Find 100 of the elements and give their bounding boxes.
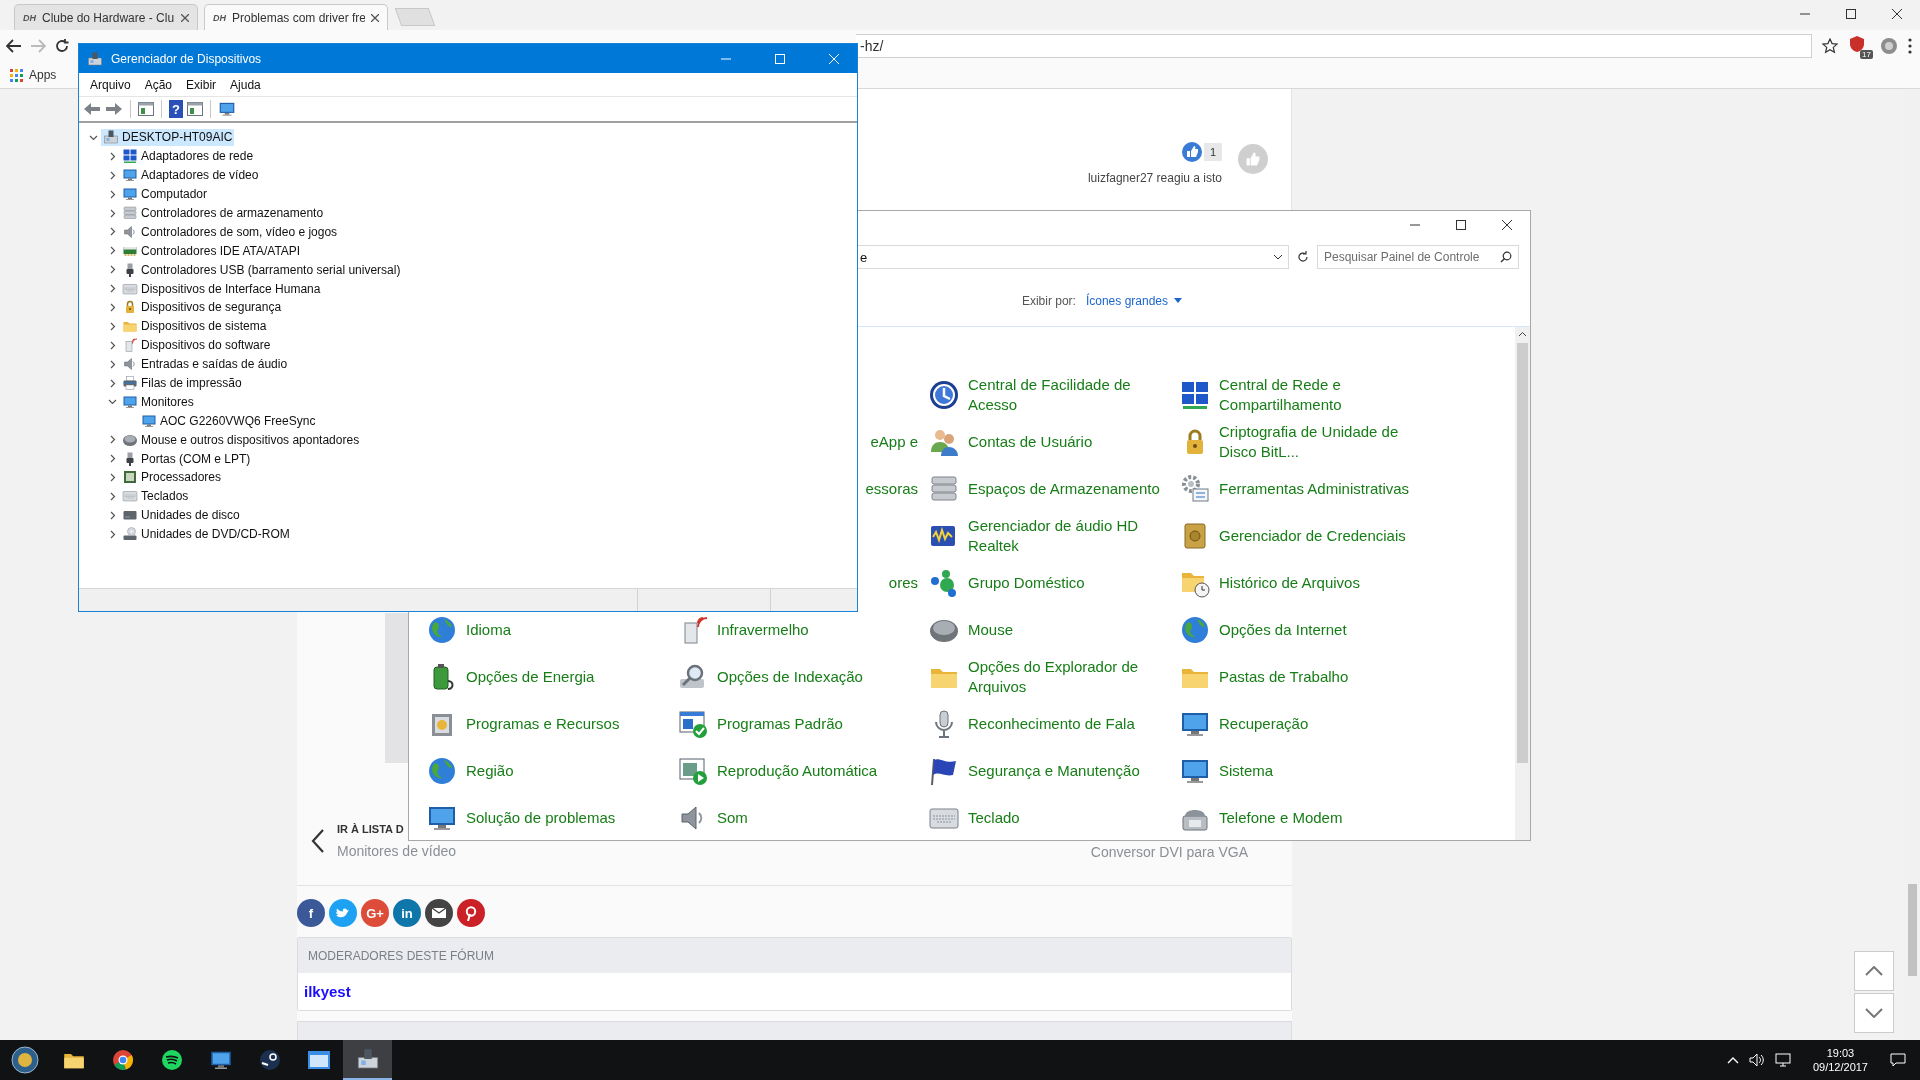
tree-item[interactable]: Portas (COM e LPT) [120, 450, 253, 468]
tree-item[interactable]: Processadores [120, 468, 224, 486]
notification-icon[interactable] [1890, 1053, 1906, 1067]
chevron-down-icon [1865, 1008, 1883, 1018]
applet-link[interactable]: Recuperação [1179, 707, 1430, 740]
applet-link[interactable]: ores [888, 574, 928, 591]
scroll-top-button[interactable] [1854, 951, 1894, 991]
browser-tab[interactable]: DH Problemas com driver fre [204, 4, 388, 30]
applet-link[interactable]: Gerenciador de áudio HD Realtek [928, 515, 1179, 556]
previous-topic-link[interactable]: Monitores de vídeo [337, 843, 457, 859]
applet-link[interactable]: Programas e Recursos [426, 707, 677, 740]
reaction-text: luizfagner27 reagiu a isto [1087, 171, 1222, 185]
refresh-icon[interactable] [1297, 251, 1309, 263]
applet-link[interactable]: Segurança e Manutenção [928, 754, 1179, 787]
applet-link[interactable]: Espaços de Armazenamento [928, 472, 1179, 505]
tree-item[interactable]: Dispositivos de segurança [120, 298, 284, 316]
applet-link[interactable]: Telefone e Modem [1179, 801, 1430, 834]
share-button[interactable] [457, 899, 485, 927]
scrollbar-thumb[interactable] [1908, 884, 1917, 976]
extension-button[interactable]: 17 [1848, 35, 1870, 57]
applet-link[interactable]: Solução de problemas [426, 801, 677, 834]
chevron-up-icon[interactable] [1518, 331, 1527, 337]
speaker-icon[interactable] [1748, 1053, 1765, 1067]
scroll-bottom-button[interactable] [1854, 993, 1894, 1033]
applet-link[interactable]: Som [677, 801, 928, 834]
close-icon[interactable] [181, 13, 189, 22]
tree-item[interactable]: Unidades de DVD/CD-ROM [120, 525, 292, 543]
tree-item[interactable]: Controladores USB (barramento serial universal) [120, 261, 403, 279]
applet-link[interactable]: essoras [865, 480, 928, 497]
applet-link[interactable]: Reconhecimento de Fala [928, 707, 1179, 740]
applet-link[interactable]: Mouse [928, 613, 1179, 646]
applet-link[interactable]: eApp e [870, 433, 928, 450]
panel-button[interactable] [138, 99, 154, 119]
applet-link[interactable]: Opções da Internet [1179, 613, 1430, 646]
network-icon[interactable] [1774, 1053, 1791, 1067]
applet-link[interactable]: Central de Rede e Compartilhamento [1179, 374, 1430, 415]
panel-button[interactable] [187, 99, 203, 119]
applet-link[interactable]: Gerenciador de Credenciais [1179, 519, 1430, 552]
next-topic-link[interactable]: Conversor DVI para VGA [1090, 844, 1248, 860]
tree-item[interactable]: Entradas e saídas de áudio [120, 355, 290, 373]
menu-item[interactable]: Exibir [179, 75, 224, 94]
tree-item[interactable]: AOC G2260VWQ6 FreeSync [139, 412, 318, 430]
applet-link[interactable]: Pastas de Trabalho [1179, 660, 1430, 693]
tree-item[interactable]: Filas de impressão [120, 374, 244, 392]
tree-item[interactable]: Mouse e outros dispositivos apontadores [120, 431, 362, 449]
applet-link[interactable]: Ferramentas Administrativas [1179, 472, 1430, 505]
applet-link[interactable]: Reprodução Automática [677, 754, 928, 787]
tree-item[interactable]: Adaptadores de vídeo [120, 166, 261, 184]
star-icon[interactable] [1822, 38, 1838, 54]
tree-item[interactable]: Computador [120, 185, 210, 203]
browser-tab[interactable]: DH Clube do Hardware - Clu [14, 4, 198, 30]
share-button[interactable] [425, 899, 453, 927]
tree-item[interactable]: Dispositivos do software [120, 336, 273, 354]
tree-item[interactable]: Controladores IDE ATA/ATAPI [120, 242, 303, 260]
applet-link[interactable]: Criptografia de Unidade de Disco BitL... [1179, 421, 1430, 462]
tree-item[interactable]: Dispositivos de sistema [120, 317, 269, 335]
bookmark-link[interactable]: Apps [29, 68, 57, 82]
gear-icon [1179, 472, 1211, 505]
applet-link[interactable]: Grupo Doméstico [928, 566, 1179, 599]
search-field[interactable]: Pesquisar Painel de Controle [1317, 245, 1519, 269]
menu-item[interactable]: Ajuda [223, 75, 268, 94]
applet-link[interactable]: Contas de Usuário [928, 425, 1179, 458]
extension-icon[interactable] [1880, 37, 1898, 55]
applet-link[interactable]: Opções de Indexação [677, 660, 928, 693]
applet-link[interactable]: Opções de Energia [426, 660, 677, 693]
dropdown-icon[interactable] [1273, 254, 1283, 260]
applet-link[interactable]: Sistema [1179, 754, 1430, 787]
taskbar-app[interactable] [343, 1040, 392, 1080]
tree-item[interactable]: Adaptadores de rede [120, 147, 256, 165]
address-bar[interactable]: -hz/ [856, 34, 1812, 58]
applet-link[interactable]: Região [426, 754, 677, 787]
view-dropdown[interactable]: Ícones grandes [1085, 293, 1182, 308]
chevron-left-icon[interactable] [311, 828, 325, 854]
menu-icon[interactable] [1908, 38, 1912, 54]
tree-item[interactable]: Unidades de disco [120, 506, 242, 524]
applet-link[interactable]: Idioma [426, 613, 677, 646]
tree-item[interactable]: Controladores de armazenamento [120, 204, 326, 222]
applet-link[interactable]: Histórico de Arquivos [1179, 566, 1430, 599]
close-icon[interactable] [371, 13, 379, 22]
tree-item[interactable]: Monitores [120, 393, 196, 411]
menu-item[interactable]: Ação [137, 75, 180, 94]
tree-item[interactable]: Controladores de som, vídeo e jogos [120, 223, 340, 241]
menu-item[interactable]: Arquivo [83, 75, 138, 94]
applet-link[interactable]: Opções do Explorador de Arquivos [928, 656, 1179, 697]
tree-item[interactable]: Dispositivos de Interface Humana [120, 280, 323, 298]
moderator-link[interactable]: ilkyest [304, 983, 351, 1000]
applet-link[interactable]: Programas Padrão [677, 707, 928, 740]
tree-item[interactable]: Teclados [120, 487, 191, 505]
apps-grid-icon[interactable] [10, 68, 23, 82]
applet-link[interactable]: Infravermelho [677, 613, 928, 646]
share-button[interactable]: f [297, 899, 325, 927]
help-button[interactable]: ? [169, 100, 183, 118]
arrow-right-icon [105, 102, 123, 116]
share-button[interactable]: in [393, 899, 421, 927]
tree-item[interactable]: DESKTOP-HT09AIC [101, 128, 235, 146]
scrollbar[interactable] [1515, 327, 1530, 840]
scrollbar-thumb[interactable] [1517, 343, 1528, 763]
share-button[interactable]: G+ [361, 899, 389, 927]
applet-link[interactable]: Central de Facilidade de Acesso [928, 374, 1179, 415]
applet-link[interactable]: Teclado [928, 801, 1179, 834]
